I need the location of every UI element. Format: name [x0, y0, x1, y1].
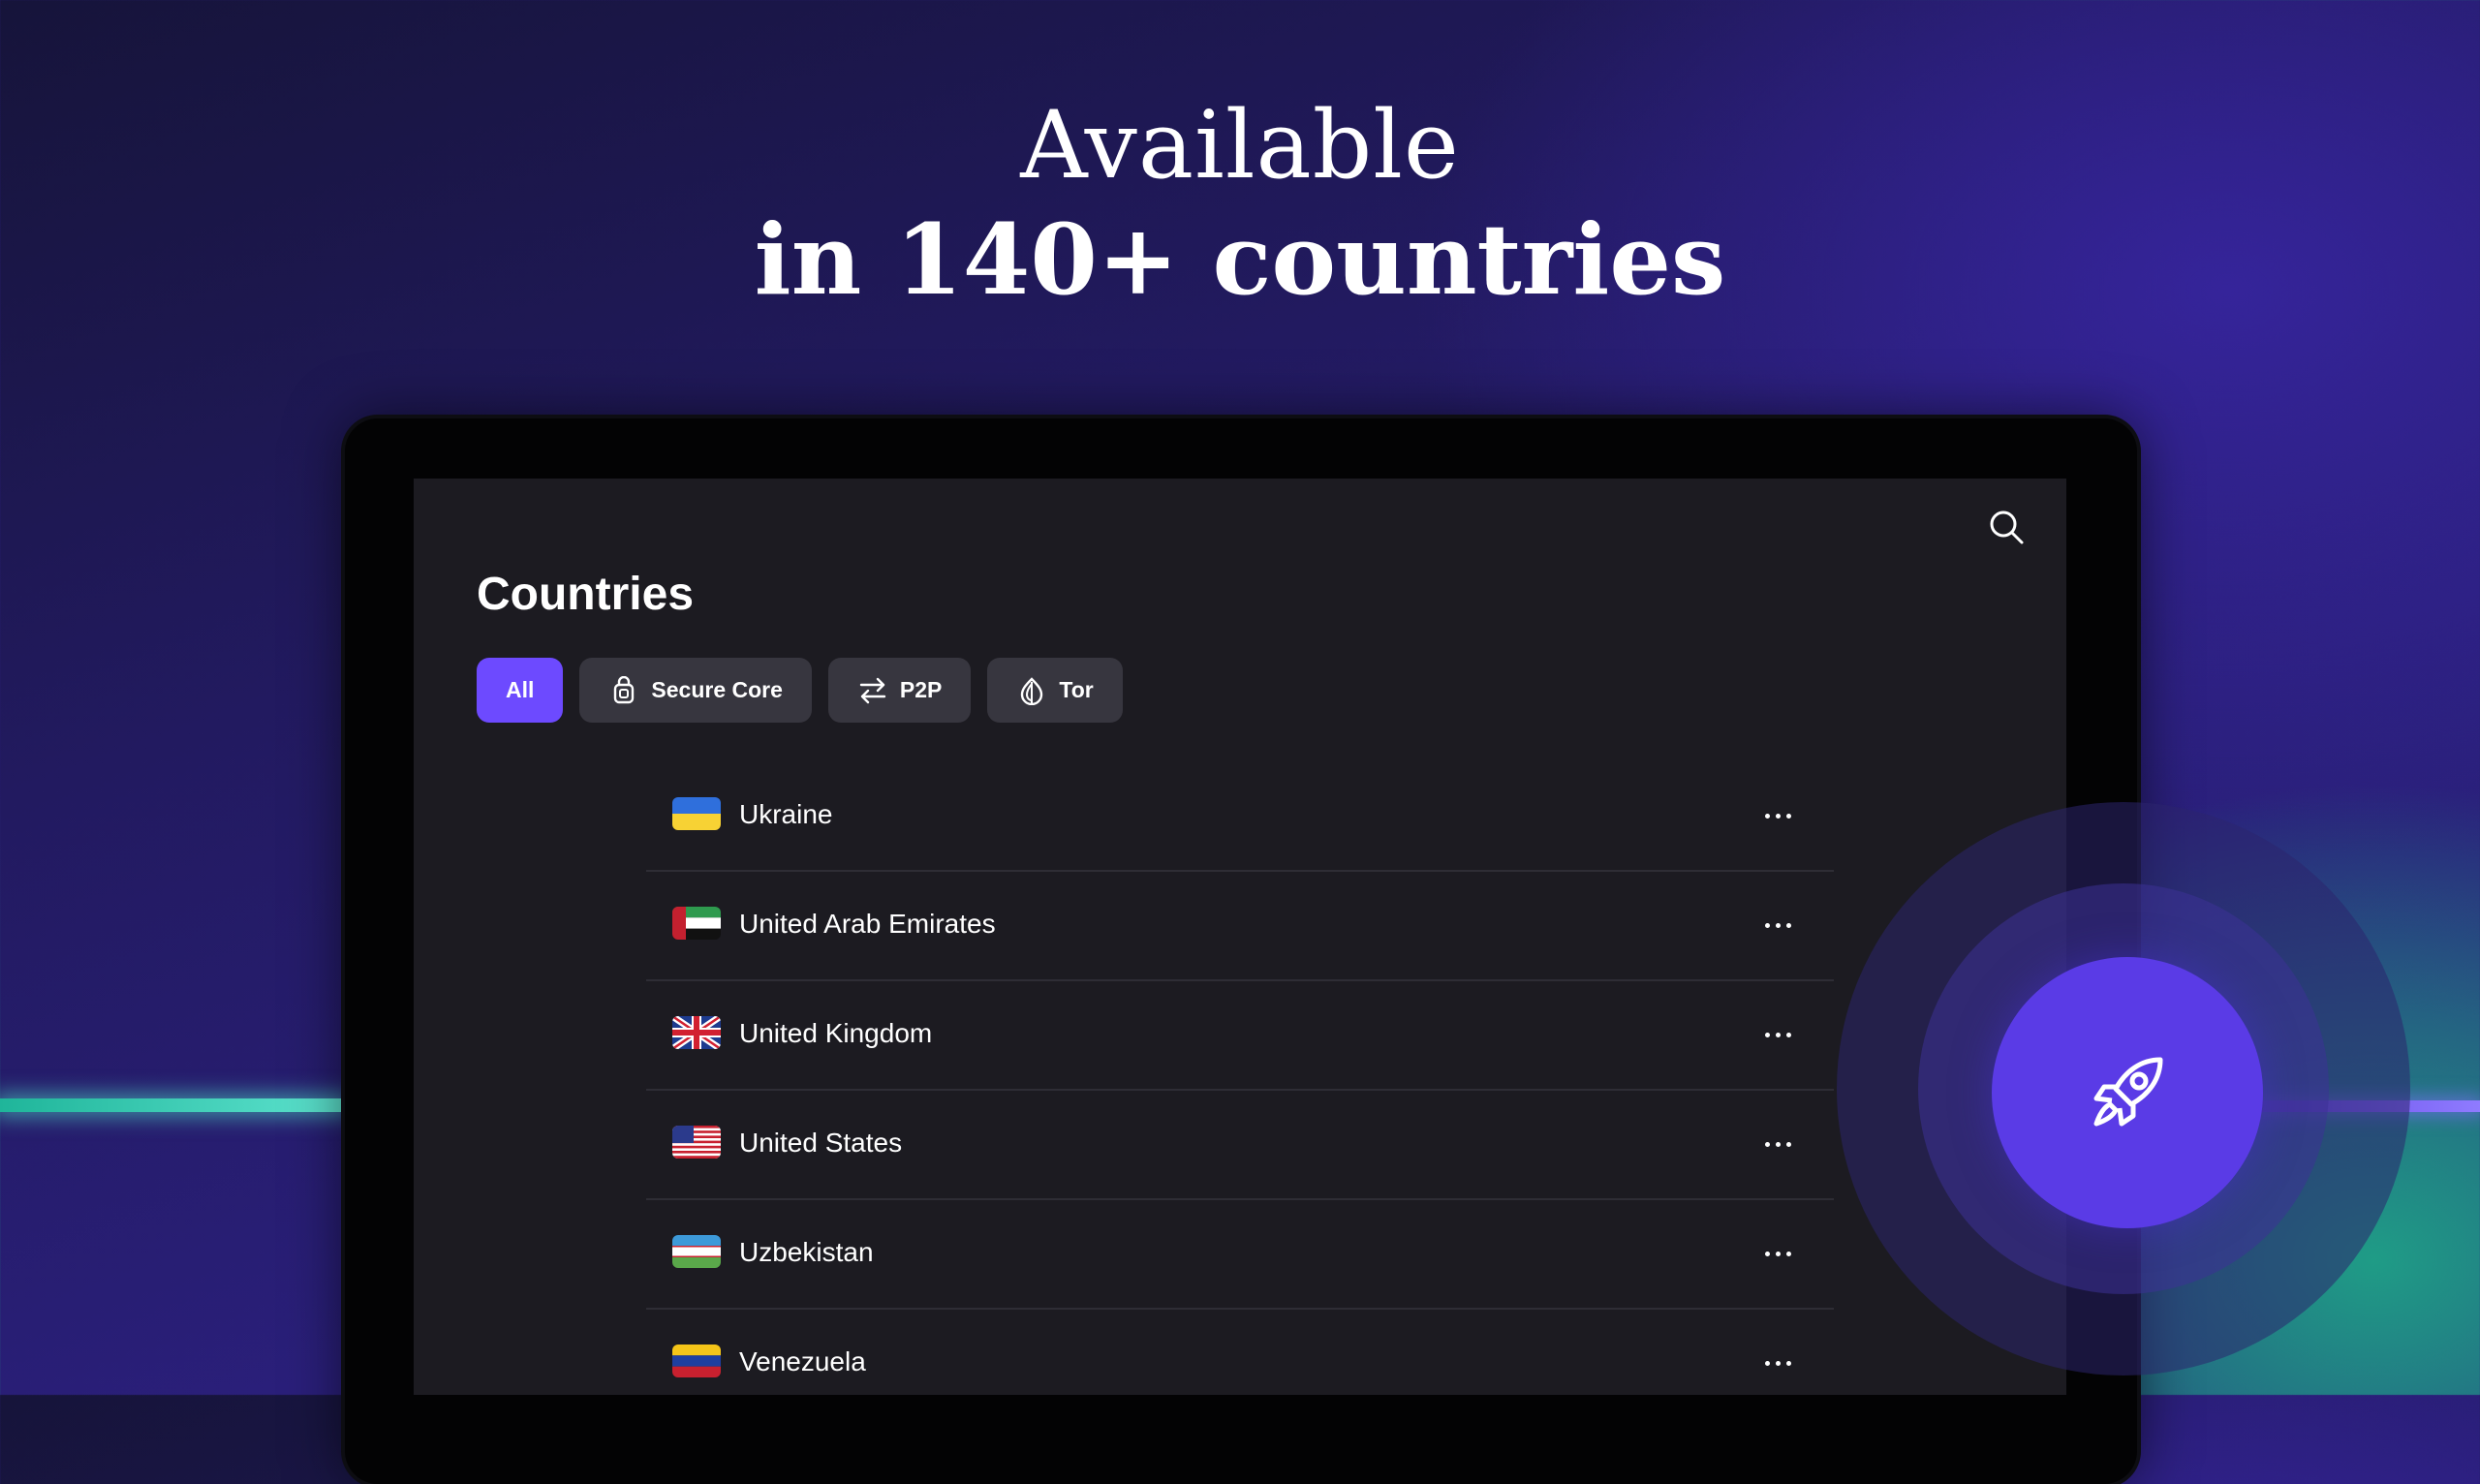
country-name: Ukraine [739, 799, 833, 829]
country-row[interactable]: Uzbekistan [646, 1200, 1834, 1310]
country-name: Uzbekistan [739, 1237, 874, 1267]
more-options-icon[interactable] [1758, 1020, 1797, 1049]
more-options-icon[interactable] [1758, 1129, 1797, 1159]
uk-flag [672, 1016, 721, 1049]
quick-connect-button[interactable] [1992, 957, 2263, 1228]
country-row[interactable]: Ukraine [646, 762, 1834, 872]
country-name: United Arab Emirates [739, 909, 996, 939]
more-options-icon[interactable] [1758, 1348, 1797, 1377]
ukraine-flag [672, 797, 721, 830]
country-name: Venezuela [739, 1346, 866, 1376]
country-row[interactable]: United Kingdom [646, 981, 1834, 1091]
teal-glow-line [0, 1098, 345, 1112]
headline-line-2: in 140+ countries [754, 202, 1726, 317]
country-rows-layer: Ukraine United Arab Emirates United King… [414, 479, 2066, 1395]
country-row[interactable]: Venezuela [646, 1310, 1834, 1395]
quick-connect-area [1837, 802, 2410, 1376]
us-flag [672, 1126, 721, 1159]
more-options-icon[interactable] [1758, 801, 1797, 830]
venezuela-flag [672, 1345, 721, 1377]
country-row[interactable]: United States [646, 1091, 1834, 1200]
more-options-icon[interactable] [1758, 1239, 1797, 1268]
uzbekistan-flag [672, 1235, 721, 1268]
uae-flag [672, 907, 721, 940]
country-name: United Kingdom [739, 1018, 933, 1048]
country-name: United States [739, 1128, 903, 1158]
rocket-icon [2093, 1057, 2163, 1127]
headline: Available in 140+ countries [0, 89, 2480, 318]
country-row[interactable]: United Arab Emirates [646, 872, 1834, 981]
headline-line-1: Available [1020, 91, 1460, 200]
more-options-icon[interactable] [1758, 911, 1797, 940]
